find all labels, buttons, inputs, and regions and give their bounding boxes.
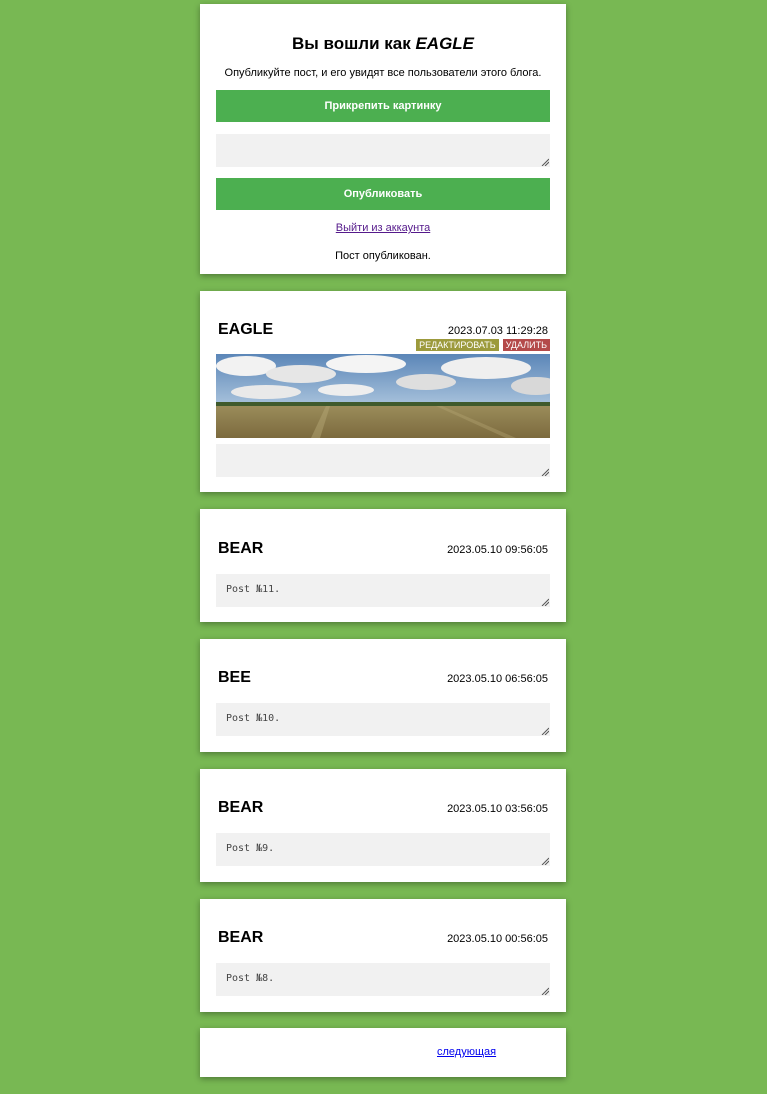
resize-handle-icon[interactable] [541,987,549,995]
logout-link[interactable]: Выйти из аккаунта [336,222,430,234]
post-textarea[interactable] [216,134,550,167]
post-date: 2023.07.03 11:29:28 [447,325,548,337]
post-card: BEE 2023.05.10 06:56:05 Post №10. [200,639,566,752]
post-author: BEAR [218,799,264,816]
post-text-value: Post №11. [226,584,281,595]
publish-button[interactable]: Опубликовать [216,178,550,210]
delete-post-button[interactable]: УДАЛИТЬ [502,339,550,351]
post-date: 2023.05.10 06:56:05 [447,673,548,685]
post-author: BEAR [218,929,264,946]
post-card: BEAR 2023.05.10 09:56:05 Post №11. [200,509,566,622]
post-date: 2023.05.10 09:56:05 [447,544,548,556]
post-text-value: Post №9. [226,843,275,854]
post-text-value: Post №8. [226,973,275,984]
login-username: EAGLE [415,34,475,53]
post-card: BEAR 2023.05.10 03:56:05 Post №9. [200,769,566,882]
post-card: BEAR 2023.05.10 00:56:05 Post №8. [200,899,566,1012]
post-author: BEAR [218,540,264,557]
edit-post-button[interactable]: РЕДАКТИРОВАТЬ [416,339,499,351]
logout-link-row: Выйти из аккаунта [200,222,566,234]
login-description: Опубликуйте пост, и его увидят все польз… [224,67,542,79]
login-title-prefix: Вы вошли как [291,34,416,53]
post-image [216,354,550,438]
post-card: EAGLE 2023.07.03 11:29:28 РЕДАКТИРОВАТЬ … [200,291,566,492]
post-text-value: Post №10. [226,713,281,724]
status-message: Пост опубликован. [335,250,431,262]
next-page-link[interactable]: следующая [437,1046,496,1058]
post-date: 2023.05.10 03:56:05 [447,803,548,815]
attach-image-button[interactable]: Прикрепить картинку [216,90,550,122]
resize-handle-icon[interactable] [541,727,549,735]
compose-card: Вы вошли как EAGLE Опубликуйте пост, и е… [200,4,566,274]
resize-handle-icon[interactable] [541,857,549,865]
post-text[interactable] [216,444,550,477]
landscape-image [216,354,550,438]
post-text[interactable]: Post №10. [216,703,550,736]
post-text[interactable]: Post №8. [216,963,550,996]
post-text[interactable]: Post №11. [216,574,550,607]
post-author: BEE [218,669,251,686]
pagination-card: следующая [200,1028,566,1077]
resize-handle-icon[interactable] [541,468,549,476]
post-date: 2023.05.10 00:56:05 [447,933,548,945]
post-text[interactable]: Post №9. [216,833,550,866]
post-author: EAGLE [218,321,274,338]
login-title: Вы вошли как EAGLE [200,34,566,54]
post-actions: РЕДАКТИРОВАТЬ УДАЛИТЬ [416,339,550,351]
resize-handle-icon[interactable] [541,158,549,166]
resize-handle-icon[interactable] [541,598,549,606]
